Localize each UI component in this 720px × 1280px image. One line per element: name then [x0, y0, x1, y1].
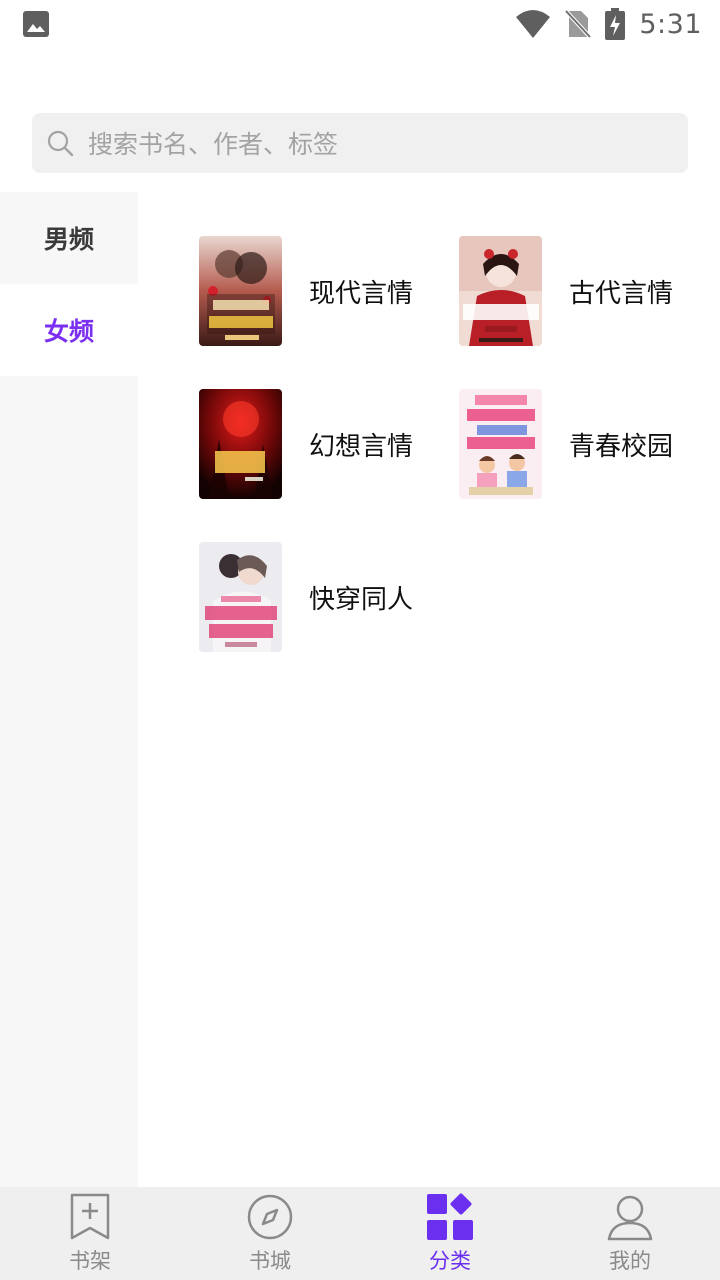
nav-category[interactable]: 分类 — [360, 1187, 540, 1280]
nav-label: 书城 — [249, 1249, 291, 1273]
nav-bookstore[interactable]: 书城 — [180, 1187, 360, 1280]
book-cover — [199, 389, 282, 499]
category-item-campus[interactable]: 青春校园 — [459, 389, 673, 499]
image-icon — [23, 11, 49, 37]
category-item-ancient-romance[interactable]: 古代言情 — [459, 236, 673, 346]
sidebar-item-female[interactable]: 女频 — [0, 284, 138, 376]
bottom-nav: 书架 书城 分类 我的 — [0, 1187, 720, 1280]
category-label: 幻想言情 — [309, 431, 414, 462]
person-icon — [607, 1195, 653, 1241]
no-sim-icon — [565, 9, 592, 39]
status-bar: 5:31 — [0, 0, 720, 50]
bookmark-plus-icon — [70, 1193, 110, 1240]
book-cover — [199, 236, 282, 346]
nav-label: 我的 — [609, 1249, 651, 1273]
nav-profile[interactable]: 我的 — [540, 1187, 720, 1280]
status-time: 5:31 — [639, 8, 702, 40]
category-item-fantasy-romance[interactable]: 幻想言情 — [199, 389, 413, 499]
sidebar-item-male[interactable]: 男频 — [0, 192, 138, 284]
nav-label: 书架 — [69, 1249, 111, 1273]
category-label: 现代言情 — [309, 278, 414, 309]
category-item-quick-transmigration[interactable]: 快穿同人 — [199, 542, 413, 652]
category-label: 青春校园 — [569, 431, 674, 462]
compass-icon — [247, 1194, 293, 1240]
gender-sidebar: 男频 女频 — [0, 192, 138, 1187]
battery-charging-icon — [605, 8, 626, 40]
book-cover — [199, 542, 282, 652]
category-item-modern-romance[interactable]: 现代言情 — [199, 236, 413, 346]
category-label: 快穿同人 — [309, 584, 414, 615]
wifi-icon — [516, 10, 551, 38]
nav-bookshelf[interactable]: 书架 — [0, 1187, 180, 1280]
book-cover — [459, 236, 542, 346]
search-input[interactable]: 搜索书名、作者、标签 — [32, 113, 688, 173]
category-label: 古代言情 — [569, 278, 674, 309]
nav-label: 分类 — [429, 1249, 471, 1273]
book-cover — [459, 389, 542, 499]
search-icon — [47, 130, 74, 157]
category-grid-icon — [427, 1193, 473, 1240]
search-placeholder: 搜索书名、作者、标签 — [88, 130, 339, 159]
